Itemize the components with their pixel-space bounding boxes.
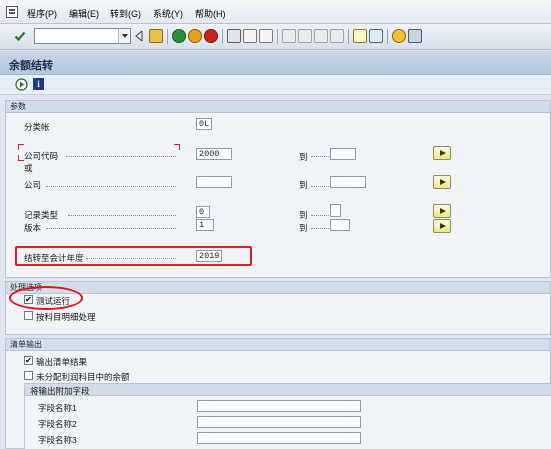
or-label: 或 (24, 163, 33, 173)
version-to-field[interactable] (330, 219, 350, 231)
params-group: 参数 分类帐 0L 公司代码 2000 到 或 公司 到 记录类型 0 到 版本… (5, 100, 551, 278)
version-label: 版本 (24, 223, 42, 233)
company-to-field[interactable] (330, 176, 366, 188)
title-bar: 余额结转 (0, 51, 551, 75)
record-type-multi-select-button[interactable] (433, 204, 451, 218)
page-title: 余额结转 (9, 60, 53, 72)
application-toolbar: i (0, 75, 551, 95)
company-code-to-field[interactable] (330, 148, 356, 160)
first-page-icon[interactable] (282, 29, 296, 43)
shortcut-icon[interactable] (369, 29, 383, 43)
detail-checkbox[interactable] (24, 311, 33, 320)
field2-input[interactable] (197, 416, 361, 428)
menu-edit[interactable]: 编辑(E) (69, 7, 99, 20)
record-type-label: 记录类型 (24, 210, 59, 220)
processing-group-title: 处理选项 (6, 282, 550, 294)
record-type-to-field[interactable] (330, 204, 341, 217)
sap-menu-icon[interactable] (6, 6, 18, 18)
output-group-title: 清单输出 (6, 339, 550, 351)
field2-label: 字段名称2 (38, 419, 77, 429)
company-from-field[interactable] (196, 176, 232, 188)
company-code-multi-select-button[interactable] (433, 146, 451, 160)
command-field[interactable] (34, 28, 131, 44)
standard-toolbar (0, 24, 551, 50)
to-label: 到 (299, 180, 308, 190)
company-label: 公司 (24, 180, 42, 190)
last-page-icon[interactable] (330, 29, 344, 43)
new-session-icon[interactable] (353, 29, 367, 43)
enter-icon[interactable] (14, 30, 26, 42)
layout-icon[interactable] (408, 29, 422, 43)
menu-system[interactable]: 系统(Y) (153, 7, 183, 20)
company-multi-select-button[interactable] (433, 175, 451, 189)
output-results-label: 输出清单结果 (36, 357, 88, 367)
to-label: 到 (299, 152, 308, 162)
info-icon[interactable]: i (33, 78, 44, 90)
unassigned-label: 未分配利润科目中的余额 (36, 372, 130, 382)
company-code-label: 公司代码 (24, 151, 59, 161)
field3-label: 字段名称3 (38, 435, 77, 445)
execute-icon[interactable] (15, 78, 28, 91)
chevron-down-icon[interactable] (118, 29, 130, 43)
field1-input[interactable] (197, 400, 361, 412)
find-icon[interactable] (243, 29, 257, 43)
prev-page-icon[interactable] (298, 29, 312, 43)
output-results-checkbox[interactable]: ✔ (24, 356, 33, 365)
find-next-icon[interactable] (259, 29, 273, 43)
output-group: 清单输出 ✔ 输出清单结果 未分配利润科目中的余额 将输出附加字段 字段名称1 … (5, 338, 551, 449)
cancel-icon[interactable] (204, 29, 218, 43)
test-run-label: 测试运行 (36, 296, 71, 306)
ledger-field[interactable]: 0L (196, 118, 212, 130)
field3-input[interactable] (197, 432, 361, 444)
carry-year-field[interactable]: 2019 (196, 250, 222, 262)
save-icon[interactable] (149, 29, 163, 43)
record-type-from-field[interactable]: 0 (196, 206, 210, 218)
menu-goto[interactable]: 转到(G) (110, 7, 141, 20)
print-icon[interactable] (227, 29, 241, 43)
back-arrow-icon[interactable] (135, 29, 143, 43)
additional-fields-title: 将输出附加字段 (30, 386, 90, 396)
menu-bar: 程序(P) 编辑(E) 转到(G) 系统(Y) 帮助(H) (0, 0, 551, 24)
processing-group: 处理选项 ✔ 测试运行 按科目明细处理 (5, 281, 551, 335)
help-icon[interactable] (392, 29, 406, 43)
detail-label: 按科目明细处理 (36, 312, 96, 322)
version-multi-select-button[interactable] (433, 219, 451, 233)
to-label: 到 (299, 210, 308, 220)
ledger-label: 分类帐 (24, 122, 50, 132)
test-run-checkbox[interactable]: ✔ (24, 295, 33, 304)
back-icon[interactable] (172, 29, 186, 43)
menu-program[interactable]: 程序(P) (27, 7, 57, 20)
to-label: 到 (299, 223, 308, 233)
version-from-field[interactable]: 1 (196, 219, 214, 231)
menu-help[interactable]: 帮助(H) (195, 7, 226, 20)
field1-label: 字段名称1 (38, 403, 77, 413)
additional-fields-subgroup: 将输出附加字段 字段名称1 字段名称2 字段名称3 (24, 383, 551, 449)
unassigned-checkbox[interactable] (24, 371, 33, 380)
carry-year-label: 结转至会计年度 (24, 253, 84, 263)
next-page-icon[interactable] (314, 29, 328, 43)
exit-icon[interactable] (188, 29, 202, 43)
company-code-from-field[interactable]: 2000 (196, 148, 232, 160)
params-group-title: 参数 (6, 101, 550, 113)
